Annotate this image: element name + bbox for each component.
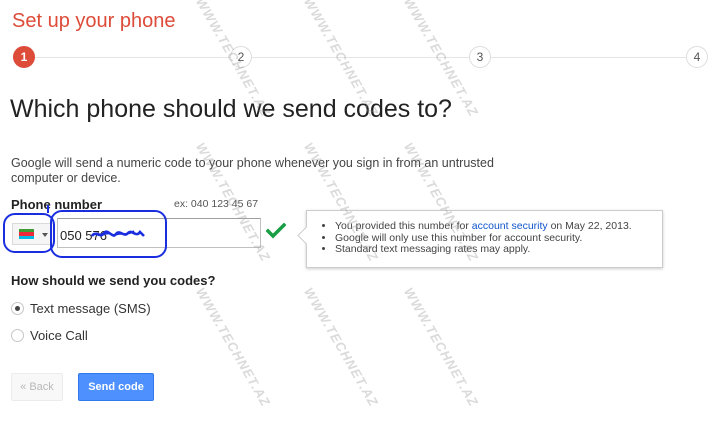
annotation-circle-phone bbox=[50, 210, 167, 258]
phone-example-hint: ex: 040 123 45 67 bbox=[174, 198, 259, 210]
info-item-account-security: You provided this number for account sec… bbox=[335, 220, 662, 233]
send-code-button[interactable]: Send code bbox=[78, 373, 154, 401]
step-2: 2 bbox=[230, 46, 252, 68]
watermark: WWW.TECHNET.AZ bbox=[401, 285, 482, 410]
annotation-circle-country bbox=[3, 213, 55, 253]
page-title: Set up your phone bbox=[12, 10, 176, 32]
info-tooltip: You provided this number for account sec… bbox=[297, 210, 663, 268]
annotation-tick bbox=[47, 205, 49, 213]
checkmark-icon bbox=[266, 223, 286, 239]
watermark: WWW.TECHNET.AZ bbox=[301, 285, 382, 410]
radio-label-sms: Text message (SMS) bbox=[30, 301, 151, 316]
description-text: Google will send a numeric code to your … bbox=[11, 156, 494, 185]
back-button[interactable]: « Back bbox=[11, 373, 63, 401]
radio-button-sms[interactable] bbox=[11, 302, 24, 315]
step-1: 1 bbox=[13, 46, 35, 68]
info-item-rates: Standard text messaging rates may apply. bbox=[335, 243, 662, 256]
watermark: WWW.TECHNET.AZ bbox=[193, 285, 274, 410]
radio-button-voice[interactable] bbox=[11, 329, 24, 342]
stepper-line bbox=[34, 57, 694, 58]
radio-label-voice: Voice Call bbox=[30, 328, 88, 343]
step-4: 4 bbox=[686, 46, 708, 68]
account-security-link[interactable]: account security bbox=[472, 220, 548, 232]
progress-stepper: 1 2 3 4 bbox=[10, 44, 710, 70]
step-3: 3 bbox=[469, 46, 491, 68]
delivery-method-label: How should we send you codes? bbox=[11, 273, 216, 288]
section-heading: Which phone should we send codes to? bbox=[10, 95, 452, 123]
